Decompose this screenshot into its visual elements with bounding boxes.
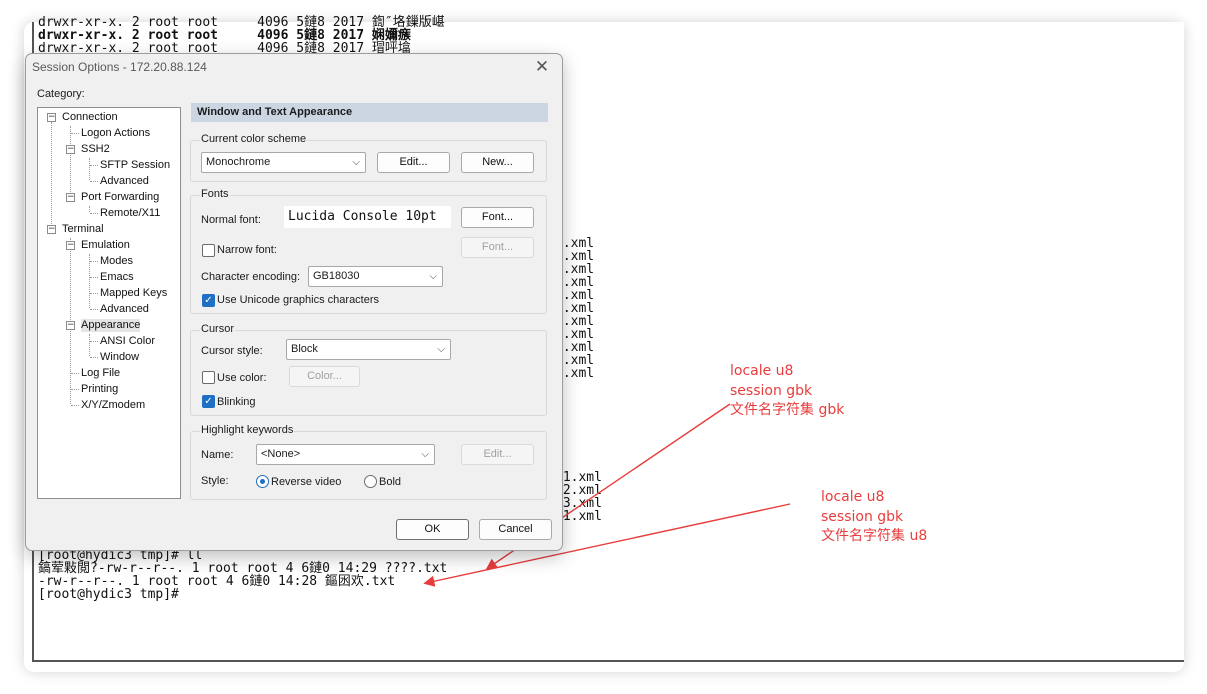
bold-radio[interactable] [364,475,377,488]
collapse-icon[interactable]: − [66,193,75,202]
ok-button[interactable]: OK [396,519,469,540]
tree-item-appearance[interactable]: Appearance [81,319,141,332]
tree-item-window[interactable]: Window [100,351,139,364]
use-color-checkbox[interactable] [202,371,215,384]
chevron-down-icon: ⌵ [437,344,445,355]
collapse-icon[interactable]: − [66,321,75,330]
collapse-icon[interactable]: − [66,145,75,154]
tree-item-ssh2[interactable]: SSH2 [81,143,110,156]
narrow-font-label: Narrow font: [217,244,277,256]
highlight-name-select[interactable]: <None> ⌵ [256,444,435,465]
blinking-checkbox[interactable]: ✓ [202,395,215,408]
annotation-line: 文件名字符集 u8 [821,528,928,544]
tree-item-printing[interactable]: Printing [81,383,118,396]
cursor-color-button[interactable]: Color... [289,366,360,387]
normal-font-preview: Lucida Console 10pt [284,206,451,228]
unicode-graphics-checkbox[interactable]: ✓ [202,294,215,307]
category-tree[interactable]: − Connection Logon Actions − SSH2 SFTP S… [37,107,181,499]
tree-item-remote-x11[interactable]: Remote/X11 [100,207,160,220]
use-color-label: Use color: [217,372,267,384]
annotation-line: locale u8 [821,489,885,505]
dialog-title: Session Options - 172.20.88.124 [32,60,207,74]
section-title: Window and Text Appearance [191,103,548,122]
group-title: Current color scheme [200,133,308,145]
reverse-video-radio[interactable] [256,475,269,488]
encoding-select[interactable]: GB18030 ⌵ [308,266,443,287]
normal-font-button[interactable]: Font... [461,207,534,228]
collapse-icon[interactable]: − [47,225,56,234]
edit-scheme-button[interactable]: Edit... [377,152,450,173]
cursor-style-value: Block [291,343,318,355]
category-label: Category: [37,88,85,100]
chevron-down-icon: ⌵ [429,271,437,282]
tree-item-modes[interactable]: Modes [100,255,133,268]
unicode-graphics-label: Use Unicode graphics characters [217,294,380,306]
tree-item-sftp-session[interactable]: SFTP Session [100,159,170,172]
highlight-name-value: <None> [261,448,301,460]
tree-item-logon-actions[interactable]: Logon Actions [81,127,150,140]
chevron-down-icon: ⌵ [352,157,360,168]
new-scheme-button[interactable]: New... [461,152,534,173]
tree-item-emacs[interactable]: Emacs [100,271,134,284]
encoding-label: Character encoding: [201,271,301,283]
annotation-note-1: locale u8 session gbk 文件名字符集 gbk [730,362,844,421]
tree-item-connection[interactable]: Connection [62,111,118,124]
normal-font-label: Normal font: [201,214,261,226]
annotation-line: locale u8 [730,363,794,379]
chevron-down-icon: ⌵ [421,449,429,460]
highlight-keywords-group: Highlight keywords [190,424,547,500]
session-options-dialog: Session Options - 172.20.88.124 ✕ Catego… [25,53,563,551]
group-title: Fonts [200,188,230,200]
tree-item-emulation[interactable]: Emulation [81,239,130,252]
cursor-style-select[interactable]: Block ⌵ [286,339,451,360]
tree-item-mapped-keys[interactable]: Mapped Keys [100,287,167,300]
narrow-font-checkbox[interactable] [202,244,215,257]
color-scheme-select[interactable]: Monochrome ⌵ [201,152,366,173]
tree-item-emulation-advanced[interactable]: Advanced [100,303,149,316]
tree-item-ssh2-advanced[interactable]: Advanced [100,175,149,188]
close-icon[interactable]: ✕ [530,56,554,78]
collapse-icon[interactable]: − [66,241,75,250]
annotation-line: 文件名字符集 gbk [730,402,845,418]
highlight-style-label: Style: [201,475,229,487]
tree-item-port-forwarding[interactable]: Port Forwarding [81,191,159,204]
group-title: Cursor [200,323,236,335]
bold-label: Bold [379,476,402,488]
group-title: Highlight keywords [200,424,295,436]
encoding-value: GB18030 [313,270,360,282]
tree-item-terminal[interactable]: Terminal [62,223,104,236]
tree-item-ansi-color[interactable]: ANSI Color [100,335,155,348]
collapse-icon[interactable]: − [47,113,56,122]
tree-item-log-file[interactable]: Log File [81,367,120,380]
blinking-label: Blinking [217,396,256,408]
annotation-line: session gbk [730,382,813,399]
color-scheme-value: Monochrome [206,156,271,168]
highlight-name-label: Name: [201,449,234,461]
annotation-note-2: locale u8 session gbk 文件名字符集 u8 [821,488,927,547]
cursor-style-label: Cursor style: [201,345,263,357]
narrow-font-button[interactable]: Font... [461,237,534,258]
tree-item-xyzmodem[interactable]: X/Y/Zmodem [81,399,145,412]
highlight-edit-button[interactable]: Edit... [461,444,534,465]
annotation-line: session gbk [821,508,904,525]
cancel-button[interactable]: Cancel [479,519,552,540]
reverse-video-label: Reverse video [271,476,342,488]
